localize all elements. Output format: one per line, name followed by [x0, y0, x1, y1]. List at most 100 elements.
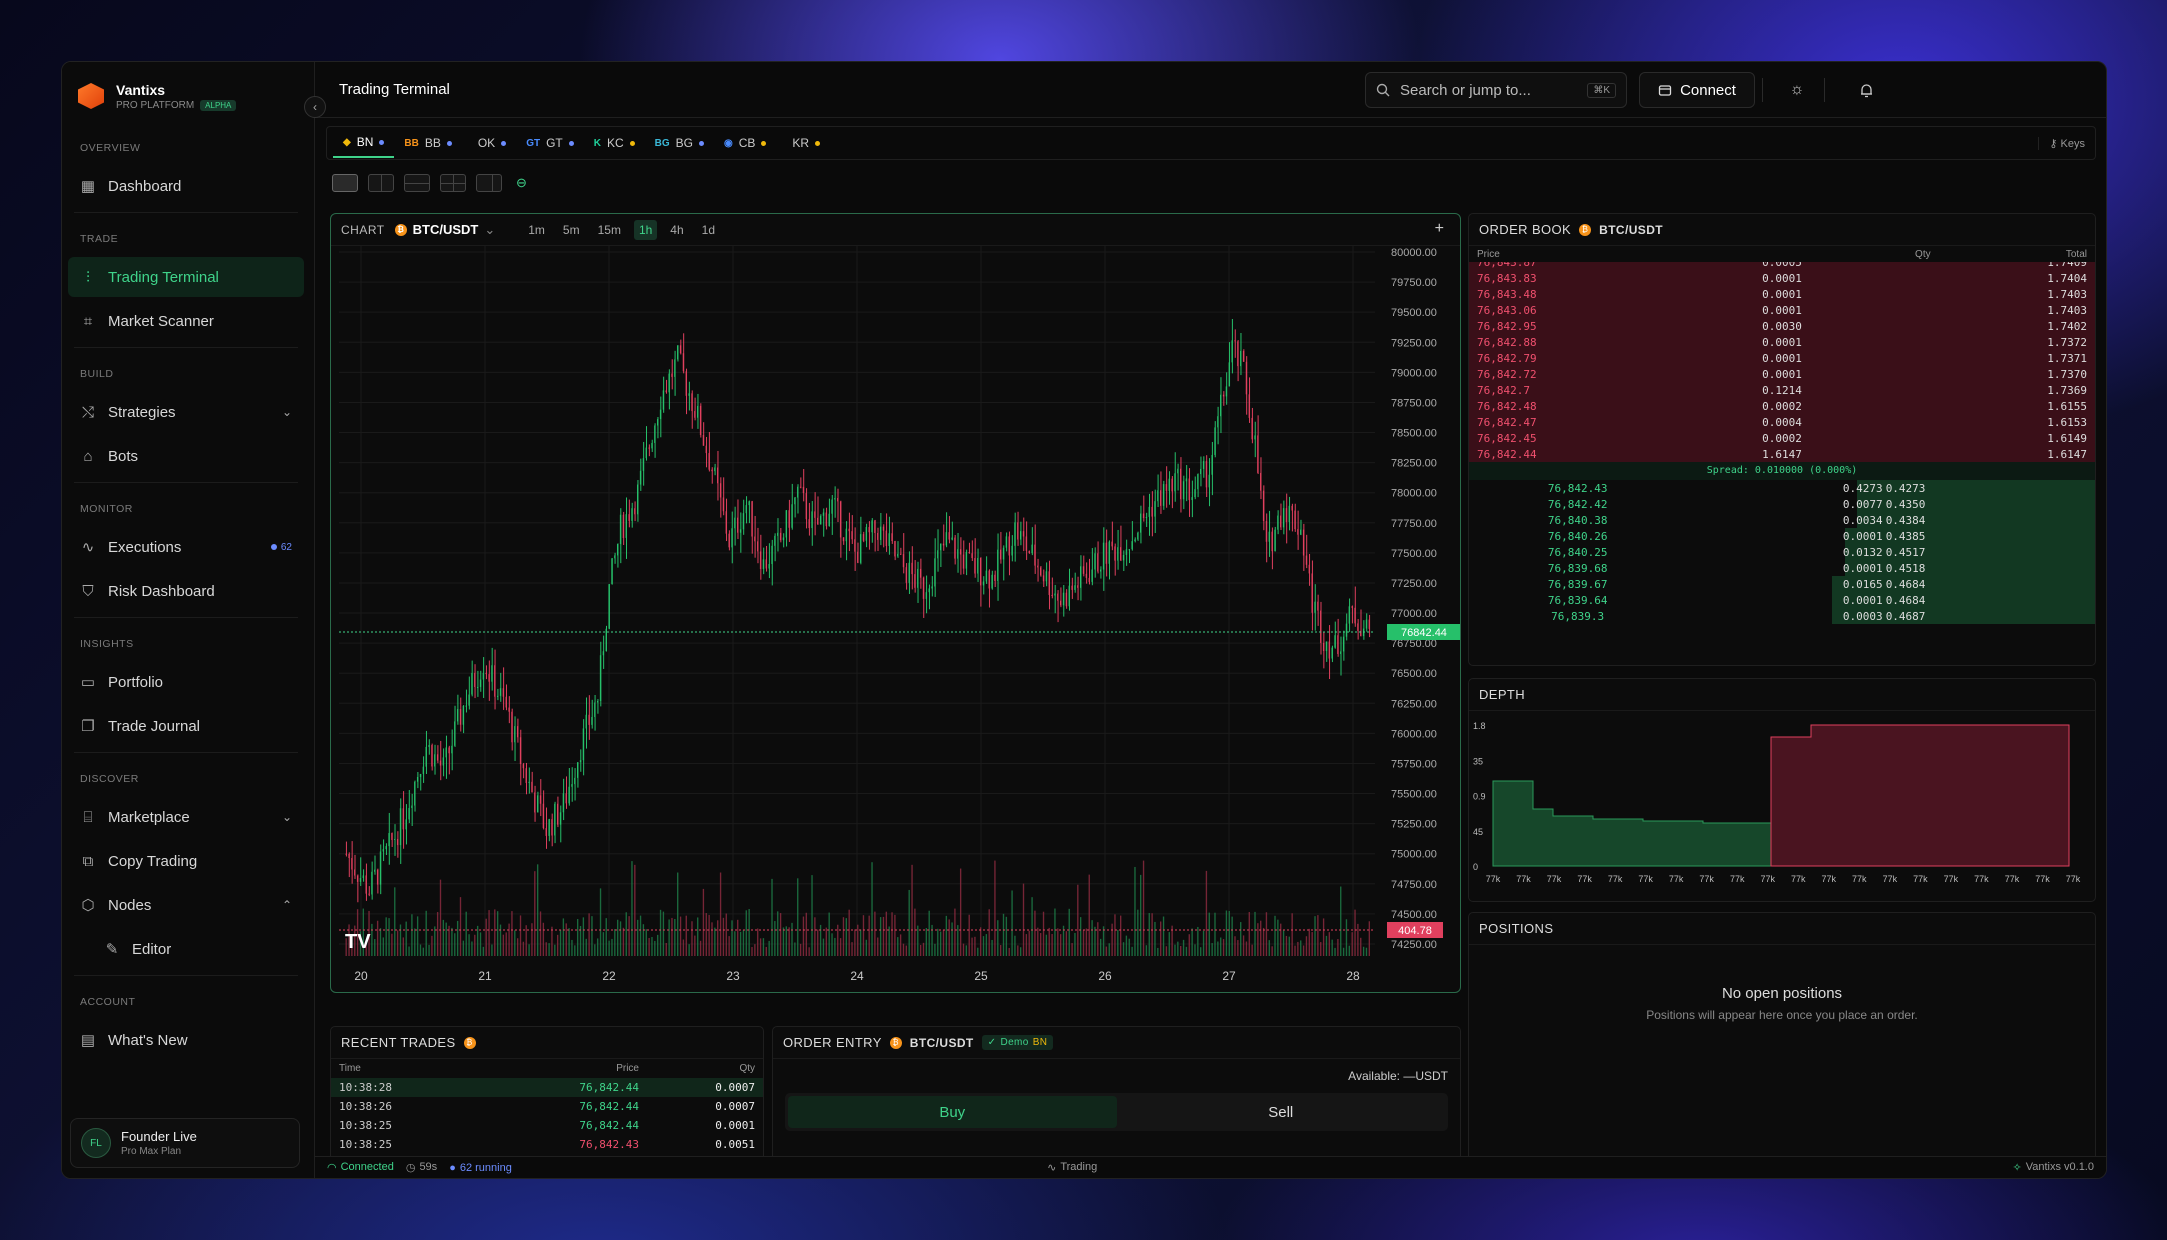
ask-row[interactable]: 76,842.95 0.0030 1.7402 [1469, 318, 2095, 334]
notifications-button[interactable] [1848, 72, 1884, 108]
ask-row[interactable]: 76,842.45 0.0002 1.6149 [1469, 430, 2095, 446]
tab-exchange-bb[interactable]: BB BB [394, 128, 461, 158]
layout-single-button[interactable] [332, 174, 358, 192]
layout-split-horizontal-button[interactable] [404, 174, 430, 192]
ask-qty: 0.0001 [1762, 303, 1802, 317]
trade-row[interactable]: 10:38:26 76,842.44 0.0007 [331, 1097, 763, 1116]
user-card[interactable]: FL Founder Live Pro Max Plan [70, 1118, 300, 1168]
bid-row[interactable]: 76,842.43 0.4273 0.4273 [1469, 480, 2095, 496]
buy-button[interactable]: Buy [788, 1096, 1117, 1128]
ask-row[interactable]: 76,842.88 0.0001 1.7372 [1469, 334, 2095, 350]
bid-row[interactable]: 76,839.3 0.0003 0.4687 [1469, 608, 2095, 624]
sidebar-item-what-s-new[interactable]: ▤ What's New [68, 1020, 304, 1060]
ask-row[interactable]: 76,842.79 0.0001 1.7371 [1469, 350, 2095, 366]
layout-split-vertical-button[interactable] [368, 174, 394, 192]
tab-exchange-bg[interactable]: BG BG [645, 128, 714, 158]
candle-body [1031, 544, 1033, 554]
trade-row[interactable]: 10:38:25 76,842.43 0.0051 [331, 1135, 763, 1154]
bid-row[interactable]: 76,839.68 0.0001 0.4518 [1469, 560, 2095, 576]
trade-row[interactable]: 10:38:28 76,842.44 0.0007 [331, 1078, 763, 1097]
sidebar-item-market-scanner[interactable]: ⌗ Market Scanner [68, 301, 304, 341]
volume-bar [1108, 943, 1110, 956]
layout-sidebar-button[interactable] [476, 174, 502, 192]
volume-bar [1017, 945, 1019, 956]
ask-row[interactable]: 76,842.7 0.1214 1.7369 [1469, 382, 2095, 398]
sidebar-item-strategies[interactable]: ⤭ Strategies ⌄ [68, 392, 304, 432]
candle-body [768, 564, 770, 569]
sidebar-item-portfolio[interactable]: ▭ Portfolio [68, 662, 304, 702]
ask-total: 1.7372 [2047, 335, 2087, 349]
candlestick-chart[interactable]: 80000.00 79750.00 79500.00 79250.00 79000.00… [331, 246, 1461, 993]
add-indicator-button[interactable]: + [1435, 220, 1444, 238]
sell-button[interactable]: Sell [1117, 1096, 1446, 1128]
chevron-down-icon[interactable]: ⌄ [282, 810, 292, 824]
collapse-sidebar-button[interactable]: ‹ [304, 96, 326, 118]
timeframe-4h[interactable]: 4h [665, 220, 688, 240]
bid-row[interactable]: 76,840.25 0.0132 0.4517 [1469, 544, 2095, 560]
ask-row[interactable]: 76,843.06 0.0001 1.7403 [1469, 302, 2095, 318]
ask-row[interactable]: 76,843.48 0.0001 1.7403 [1469, 286, 2095, 302]
brand[interactable]: Vantixs PRO PLATFORM ALPHA [78, 76, 237, 116]
chevron-up-icon[interactable]: ⌃ [282, 898, 292, 912]
ask-row[interactable]: 76,842.44 1.6147 1.6147 [1469, 446, 2095, 462]
sidebar-item-bots[interactable]: ⌂ Bots [68, 436, 304, 476]
ask-row[interactable]: 76,842.72 0.0001 1.7370 [1469, 366, 2095, 382]
trade-row[interactable]: 10:38:25 76,842.44 0.0001 [331, 1116, 763, 1135]
sidebar-item-copy-trading[interactable]: ⧉ Copy Trading [68, 841, 304, 881]
connection-status[interactable]: ◠ Connected [327, 1161, 394, 1174]
sidebar-item-trading-terminal[interactable]: ⫶ Trading Terminal [68, 257, 304, 297]
bid-row[interactable]: 76,839.67 0.0165 0.4684 [1469, 576, 2095, 592]
connect-button[interactable]: Connect [1639, 72, 1755, 108]
keys-button[interactable]: ⚷ Keys [2038, 136, 2085, 150]
ask-row[interactable]: 76,842.47 0.0004 1.6153 [1469, 414, 2095, 430]
volume-bar [1331, 939, 1333, 956]
volume-bar [1142, 860, 1145, 956]
timeframe-1m[interactable]: 1m [523, 220, 550, 240]
link-icon[interactable]: ⊖ [516, 175, 527, 191]
depth-x-tick: 77k [1913, 874, 1928, 884]
volume-bar [414, 928, 416, 956]
chevron-down-icon[interactable]: ⌄ [282, 405, 292, 419]
ask-row[interactable]: 76,843.87 0.0005 1.7409 [1469, 262, 2095, 270]
bid-row[interactable]: 76,839.64 0.0001 0.4684 [1469, 592, 2095, 608]
sidebar-item-risk-dashboard[interactable]: ⛉ Risk Dashboard [68, 571, 304, 611]
version-label: Vantixs v0.1.0 [2025, 1161, 2094, 1173]
pair-selector[interactable]: ₿ BTC/USDT ⌄ [394, 222, 495, 238]
positions-empty-message: No open positions [1721, 985, 1843, 1002]
timeframe-1h[interactable]: 1h [633, 219, 658, 240]
layout-grid-button[interactable] [440, 174, 466, 192]
depth-chart[interactable]: 1.8 35 0.9 45 0 77k 77k 77k 77k 77k 77k 77k 77k 77k 77… [1469, 711, 2096, 901]
tab-exchange-gt[interactable]: GT GT [516, 128, 584, 158]
x-tick-label: 20 [354, 969, 368, 983]
executions-badge: 62 [271, 542, 292, 553]
timeframe-1d[interactable]: 1d [697, 220, 720, 240]
volume-bar [474, 934, 476, 956]
running-count[interactable]: ● 62 running [449, 1162, 512, 1174]
sidebar-item-marketplace[interactable]: ⌸ Marketplace ⌄ [68, 797, 304, 837]
sidebar-item-executions[interactable]: ∿ Executions 62 [68, 527, 304, 567]
sidebar-item-label: Market Scanner [108, 312, 214, 330]
sidebar-item-editor[interactable]: ✎ Editor [68, 929, 304, 969]
tab-exchange-kc[interactable]: K KC [584, 128, 645, 158]
timeframe-15m[interactable]: 15m [593, 220, 626, 240]
volume-bar [882, 916, 885, 956]
bid-row[interactable]: 76,840.38 0.0034 0.4384 [1469, 512, 2095, 528]
theme-toggle-button[interactable]: ☼ [1779, 72, 1815, 108]
ask-row[interactable]: 76,843.83 0.0001 1.7404 [1469, 270, 2095, 286]
tab-exchange-cb[interactable]: ◉ CB [714, 128, 776, 158]
bid-row[interactable]: 76,842.42 0.0077 0.4350 [1469, 496, 2095, 512]
candle-body [1260, 472, 1262, 491]
sidebar-item-nodes[interactable]: ⬡ Nodes ⌃ [68, 885, 304, 925]
sidebar-item-label: Nodes [108, 896, 152, 914]
ask-row[interactable]: 76,842.48 0.0002 1.6155 [1469, 398, 2095, 414]
volume-bar [902, 943, 905, 956]
timeframe-5m[interactable]: 5m [558, 220, 585, 240]
sidebar-item-trade-journal[interactable]: ❐ Trade Journal [68, 706, 304, 746]
sidebar-item-dashboard[interactable]: ▦ Dashboard [68, 166, 304, 206]
tab-exchange-kr[interactable]: KR [776, 128, 830, 158]
bid-row[interactable]: 76,840.26 0.0001 0.4385 [1469, 528, 2095, 544]
tab-exchange-bn[interactable]: ◆ BN [333, 128, 395, 158]
volume-bar [899, 934, 902, 956]
tab-exchange-ok[interactable]: OK [462, 128, 516, 158]
search-input[interactable]: Search or jump to... ⌘K [1365, 72, 1627, 108]
